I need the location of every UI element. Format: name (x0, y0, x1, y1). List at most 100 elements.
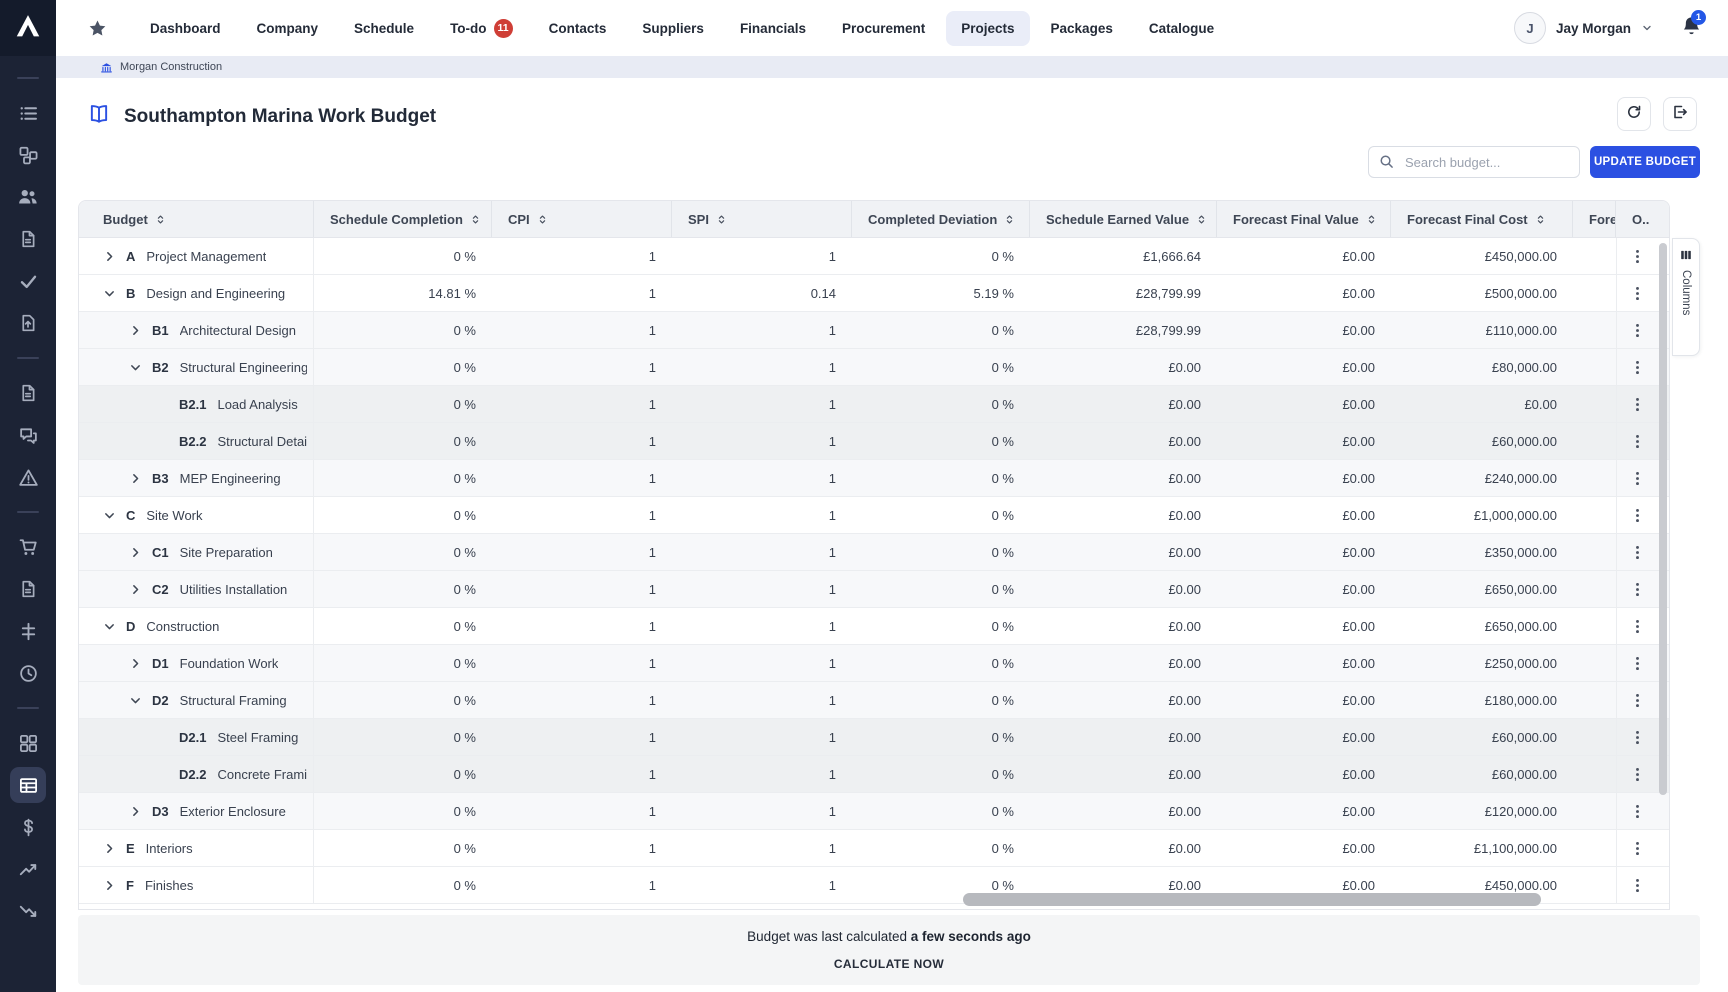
budget-row[interactable]: D1Foundation Work0 %110 %£0.00£0.00£250,… (79, 645, 1669, 682)
row-actions-button[interactable] (1629, 507, 1646, 524)
row-actions-button[interactable] (1629, 322, 1646, 339)
column-header-budget[interactable]: Budget (79, 201, 314, 237)
budget-row[interactable]: B1Architectural Design0 %110 %£28,799.99… (79, 312, 1669, 349)
budget-row[interactable]: B2Structural Engineering0 %110 %£0.00£0.… (79, 349, 1669, 386)
collapse-chevron-icon[interactable] (103, 287, 117, 300)
budget-row[interactable]: C1Site Preparation0 %110 %£0.00£0.00£350… (79, 534, 1669, 571)
sidebar-item-table[interactable] (10, 767, 46, 803)
export-button[interactable] (1663, 97, 1697, 131)
expand-chevron-icon[interactable] (103, 250, 117, 263)
nav-item-to-do[interactable]: To-do11 (435, 9, 528, 48)
budget-row[interactable]: D2.1Steel Framing0 %110 %£0.00£0.00£60,0… (79, 719, 1669, 756)
nav-item-procurement[interactable]: Procurement (827, 11, 940, 46)
budget-row[interactable]: AProject Management0 %110 %£1,666.64£0.0… (79, 238, 1669, 275)
collapse-chevron-icon[interactable] (129, 694, 143, 707)
avatar[interactable]: J (1514, 12, 1546, 44)
update-budget-button[interactable]: UPDATE BUDGET (1590, 146, 1700, 178)
chevron-down-icon[interactable] (1641, 22, 1653, 34)
sidebar-item-trend-down[interactable] (8, 890, 48, 932)
row-actions-button[interactable] (1629, 655, 1646, 672)
expand-chevron-icon[interactable] (129, 583, 143, 596)
nav-item-suppliers[interactable]: Suppliers (627, 11, 719, 46)
expand-chevron-icon[interactable] (129, 472, 143, 485)
budget-row[interactable]: EInteriors0 %110 %£0.00£0.00£1,100,000.0… (79, 830, 1669, 867)
row-actions-button[interactable] (1629, 877, 1646, 894)
refresh-button[interactable] (1617, 97, 1651, 131)
row-actions-button[interactable] (1629, 248, 1646, 265)
row-actions-button[interactable] (1629, 618, 1646, 635)
row-actions-button[interactable] (1629, 729, 1646, 746)
collapse-chevron-icon[interactable] (103, 509, 117, 522)
row-actions-button[interactable] (1629, 840, 1646, 857)
columns-panel-toggle[interactable]: Columns (1672, 238, 1700, 356)
budget-row[interactable]: D3Exterior Enclosure0 %110 %£0.00£0.00£1… (79, 793, 1669, 830)
search-input[interactable] (1368, 146, 1580, 178)
budget-row[interactable]: BDesign and Engineering14.81 %10.145.19 … (79, 275, 1669, 312)
breadcrumb-company[interactable]: Morgan Construction (120, 61, 222, 73)
sidebar-item-cart[interactable] (8, 526, 48, 568)
expand-chevron-icon[interactable] (129, 324, 143, 337)
budget-row[interactable]: CSite Work0 %110 %£0.00£0.00£1,000,000.0… (79, 497, 1669, 534)
row-actions-button[interactable] (1629, 396, 1646, 413)
row-actions-button[interactable] (1629, 803, 1646, 820)
budget-row[interactable]: D2Structural Framing0 %110 %£0.00£0.00£1… (79, 682, 1669, 719)
nav-item-packages[interactable]: Packages (1036, 11, 1128, 46)
column-header-forecast_final_value[interactable]: Forecast Final Value (1217, 201, 1391, 237)
nav-item-contacts[interactable]: Contacts (534, 11, 622, 46)
sidebar-item-users[interactable] (8, 176, 48, 218)
favorite-star-icon[interactable] (88, 19, 107, 38)
column-header-forecast_final_cost[interactable]: Forecast Final Cost (1391, 201, 1573, 237)
column-header-schedule_completion[interactable]: Schedule Completion (314, 201, 492, 237)
expand-chevron-icon[interactable] (129, 657, 143, 670)
collapse-chevron-icon[interactable] (103, 620, 117, 633)
sidebar-item-grid[interactable] (8, 722, 48, 764)
nav-item-catalogue[interactable]: Catalogue (1134, 11, 1229, 46)
sidebar-item-trend-up[interactable] (8, 848, 48, 890)
expand-chevron-icon[interactable] (103, 879, 117, 892)
row-actions-button[interactable] (1629, 581, 1646, 598)
sidebar-item-chat[interactable] (8, 414, 48, 456)
sidebar-item-dollar[interactable] (8, 806, 48, 848)
column-header-spi[interactable]: SPI (672, 201, 852, 237)
sidebar-item-warning[interactable] (8, 456, 48, 498)
row-actions-button[interactable] (1629, 692, 1646, 709)
horizontal-scrollbar-thumb[interactable] (963, 893, 1541, 906)
budget-row[interactable]: B2.2Structural Detai0 %110 %£0.00£0.00£6… (79, 423, 1669, 460)
row-actions-button[interactable] (1629, 285, 1646, 302)
sidebar-item-check[interactable] (8, 260, 48, 302)
app-logo[interactable] (0, 0, 56, 56)
row-actions-button[interactable] (1629, 359, 1646, 376)
budget-row[interactable]: B2.1Load Analysis0 %110 %£0.00£0.00£0.00 (79, 386, 1669, 423)
nav-item-dashboard[interactable]: Dashboard (135, 11, 236, 46)
sidebar-item-document[interactable] (8, 568, 48, 610)
row-actions-button[interactable] (1629, 470, 1646, 487)
sidebar-item-file-upload[interactable] (8, 302, 48, 344)
expand-chevron-icon[interactable] (129, 805, 143, 818)
nav-item-schedule[interactable]: Schedule (339, 11, 429, 46)
expand-chevron-icon[interactable] (103, 842, 117, 855)
column-header-schedule_earned_value[interactable]: Schedule Earned Value (1030, 201, 1217, 237)
sidebar-item-document[interactable] (8, 372, 48, 414)
vertical-scrollbar-thumb[interactable] (1659, 243, 1667, 795)
notifications-button[interactable]: 1 (1681, 15, 1702, 41)
budget-row[interactable]: C2Utilities Installation0 %110 %£0.00£0.… (79, 571, 1669, 608)
nav-item-projects[interactable]: Projects (946, 11, 1029, 46)
column-header-cpi[interactable]: CPI (492, 201, 672, 237)
column-header-completed_deviation[interactable]: Completed Deviation (852, 201, 1030, 237)
sidebar-item-list[interactable] (8, 92, 48, 134)
sidebar-item-tune[interactable] (8, 610, 48, 652)
user-name[interactable]: Jay Morgan (1556, 21, 1631, 36)
row-actions-button[interactable] (1629, 544, 1646, 561)
collapse-chevron-icon[interactable] (129, 361, 143, 374)
sidebar-item-clock[interactable] (8, 652, 48, 694)
sidebar-item-sitemap[interactable] (8, 134, 48, 176)
row-actions-button[interactable] (1629, 433, 1646, 450)
nav-item-company[interactable]: Company (242, 11, 334, 46)
budget-row[interactable]: B3MEP Engineering0 %110 %£0.00£0.00£240,… (79, 460, 1669, 497)
sidebar-item-document[interactable] (8, 218, 48, 260)
budget-row[interactable]: DConstruction0 %110 %£0.00£0.00£650,000.… (79, 608, 1669, 645)
expand-chevron-icon[interactable] (129, 546, 143, 559)
row-actions-button[interactable] (1629, 766, 1646, 783)
calculate-now-button[interactable]: CALCULATE NOW (834, 957, 944, 971)
nav-item-financials[interactable]: Financials (725, 11, 821, 46)
